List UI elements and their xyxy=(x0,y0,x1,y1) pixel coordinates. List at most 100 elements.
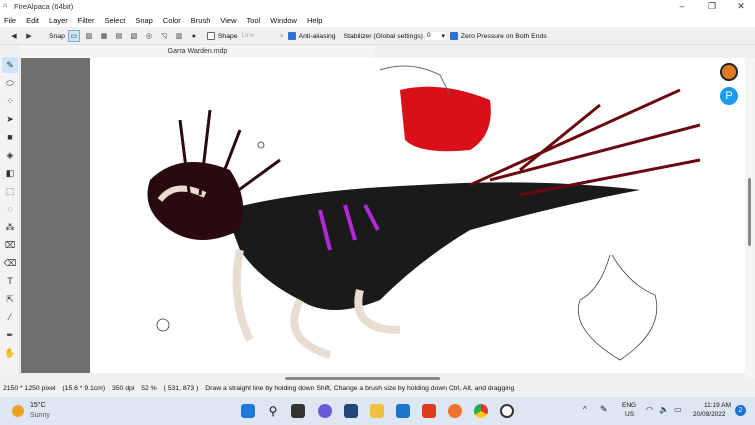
weather-temp[interactable]: 15°C xyxy=(30,402,46,409)
snap-crisscross-button[interactable]: ▤ xyxy=(113,30,125,42)
cursor-coords: ( 531, 873 ) xyxy=(163,385,199,392)
window-title: FireAlpaca (64bit) xyxy=(14,2,74,11)
clock-date[interactable]: 20/09/2022 xyxy=(693,411,726,418)
operation-icon[interactable]: ⇱ xyxy=(2,291,18,307)
battery-icon[interactable]: ▭ xyxy=(674,405,682,414)
clock-time[interactable]: 11:19 AM xyxy=(704,402,731,409)
pen-tray-icon[interactable]: ✎ xyxy=(600,404,608,415)
snap-concentric-button[interactable]: ◎ xyxy=(143,30,155,42)
vertical-scroll-thumb[interactable] xyxy=(748,178,751,246)
menu-tool[interactable]: Tool xyxy=(247,16,261,25)
canvas-dpi: 350 dpi xyxy=(112,385,135,392)
maps-icon[interactable] xyxy=(448,404,462,418)
zero-pressure-label: Zero Pressure on Both Ends xyxy=(460,32,547,40)
stabilizer-label: Stabilizer (Global settings) xyxy=(343,32,423,40)
prev-frame-button[interactable]: ◀ xyxy=(8,30,20,42)
gradient-icon[interactable]: ◧ xyxy=(2,165,18,181)
chevron-up-icon[interactable]: ^ xyxy=(583,405,587,414)
menu-help[interactable]: Help xyxy=(307,16,322,25)
shape-label: Shape xyxy=(217,32,238,40)
drawing-canvas[interactable] xyxy=(90,58,745,373)
zero-pressure-checkbox[interactable] xyxy=(449,32,458,40)
pen-icon[interactable]: ✎ xyxy=(2,57,18,73)
file-explorer-icon[interactable] xyxy=(370,404,384,418)
bucket-icon[interactable]: ◈ xyxy=(2,147,18,163)
horizontal-scroll-thumb[interactable] xyxy=(285,377,440,380)
alpaca-avatar-icon[interactable] xyxy=(720,63,738,81)
dot-icon[interactable]: ⁘ xyxy=(2,93,18,109)
lang-region[interactable]: US xyxy=(625,411,634,418)
wifi-icon[interactable]: ◠ xyxy=(646,405,653,414)
stabilizer-select[interactable]: 0 ▾ xyxy=(425,32,446,40)
magic-wand-icon[interactable]: ⁂ xyxy=(2,219,18,235)
menu-window[interactable]: Window xyxy=(270,16,297,25)
restore-button[interactable]: ❐ xyxy=(698,0,726,13)
snap-label: Snap xyxy=(49,32,65,40)
office-icon[interactable] xyxy=(422,404,436,418)
menu-color[interactable]: Color xyxy=(163,16,181,25)
antialias-checkbox[interactable] xyxy=(287,32,296,40)
zoom-level: 52 % xyxy=(141,385,157,392)
next-frame-button[interactable]: ▶ xyxy=(23,30,35,42)
menu-brush[interactable]: Brush xyxy=(191,16,211,25)
mail-icon[interactable] xyxy=(396,404,410,418)
select-rect-icon[interactable]: ⬚ xyxy=(2,183,18,199)
blur-icon[interactable]: ⁄ xyxy=(2,309,18,325)
select-pen-icon[interactable]: ⌧ xyxy=(2,237,18,253)
snap-3d-button[interactable]: ▥ xyxy=(173,30,185,42)
fill-rect-icon[interactable]: ■ xyxy=(2,129,18,145)
menu-bar: File Edit Layer Filter Select Snap Color… xyxy=(0,13,755,27)
snap-grid-button[interactable]: ▦ xyxy=(98,30,110,42)
menu-view[interactable]: View xyxy=(220,16,236,25)
stabilizer-value: 0 xyxy=(426,32,431,39)
pixiv-icon[interactable]: P xyxy=(720,87,738,105)
snap-vanishing-button[interactable]: ▧ xyxy=(128,30,140,42)
menu-snap[interactable]: Snap xyxy=(135,16,153,25)
eyedropper-icon[interactable]: ✒ xyxy=(2,327,18,343)
artwork xyxy=(147,65,701,361)
canvas-background xyxy=(21,58,90,373)
chevron-down-icon: ▾ xyxy=(441,33,445,40)
menu-layer[interactable]: Layer xyxy=(49,16,68,25)
volume-icon[interactable]: 🔈 xyxy=(659,405,669,414)
snap-parallel-button[interactable]: ▨ xyxy=(83,30,95,42)
search-icon[interactable]: ⚲ xyxy=(266,404,280,418)
menu-select[interactable]: Select xyxy=(104,16,125,25)
title-bar: ⌂ FireAlpaca (64bit) – ❐ ✕ xyxy=(0,0,755,13)
snap-off-button[interactable]: ▭ xyxy=(67,30,80,42)
canvas-size: 2150 * 1250 pixel xyxy=(3,385,56,392)
toolbar: ◀ ▶ Snap ▭ ▨ ▦ ▤ ▧ ◎ ◹ ▥ ● Shape Line ▾ A… xyxy=(0,28,755,45)
snap-curve-button[interactable]: ◹ xyxy=(158,30,170,42)
notification-badge[interactable]: 2 xyxy=(735,405,746,416)
lang-code[interactable]: ENG xyxy=(622,402,636,409)
chevron-down-icon: ▾ xyxy=(280,33,284,40)
firealpaca-taskbar-icon[interactable] xyxy=(500,404,514,418)
text-icon[interactable]: T xyxy=(2,273,18,289)
move-icon[interactable]: ➤ xyxy=(2,111,18,127)
select-eraser-icon[interactable]: ⌫ xyxy=(2,255,18,271)
taskbar: 15°C Sunny ⚲ ^ ✎ ENG US ◠ 🔈 ▭ 11:19 AM 2… xyxy=(0,397,755,425)
hand-icon[interactable]: ✋ xyxy=(2,345,18,361)
app-icon: ⌂ xyxy=(3,2,8,9)
snap-settings-button[interactable]: ● xyxy=(188,30,200,42)
minimize-button[interactable]: – xyxy=(668,0,696,13)
teams-icon[interactable] xyxy=(318,404,332,418)
shape-checkbox[interactable] xyxy=(206,32,215,40)
start-icon[interactable] xyxy=(241,404,255,418)
lasso-icon[interactable]: ◌ xyxy=(2,201,18,217)
shape-select[interactable]: Line ▾ xyxy=(242,32,284,40)
close-button[interactable]: ✕ xyxy=(727,0,755,13)
status-hint: Draw a straight line by holding down Shi… xyxy=(205,385,515,392)
menu-edit[interactable]: Edit xyxy=(26,16,39,25)
document-tab[interactable]: Garra Warden.mdp xyxy=(20,45,375,58)
eraser-icon[interactable]: ⬭ xyxy=(2,75,18,91)
menu-filter[interactable]: Filter xyxy=(78,16,95,25)
chrome-icon[interactable] xyxy=(474,404,488,418)
tool-palette: ✎ ⬭ ⁘ ➤ ■ ◈ ◧ ⬚ ◌ ⁂ ⌧ ⌫ T ⇱ ⁄ ✒ ✋ xyxy=(0,55,20,375)
weather-desc[interactable]: Sunny xyxy=(30,412,50,419)
task-view-icon[interactable] xyxy=(291,404,305,418)
sun-icon xyxy=(12,405,24,417)
status-bar: 2150 * 1250 pixel (15.6 * 9.1cm) 350 dpi… xyxy=(0,383,755,395)
store-icon[interactable] xyxy=(344,404,358,418)
menu-file[interactable]: File xyxy=(4,16,16,25)
